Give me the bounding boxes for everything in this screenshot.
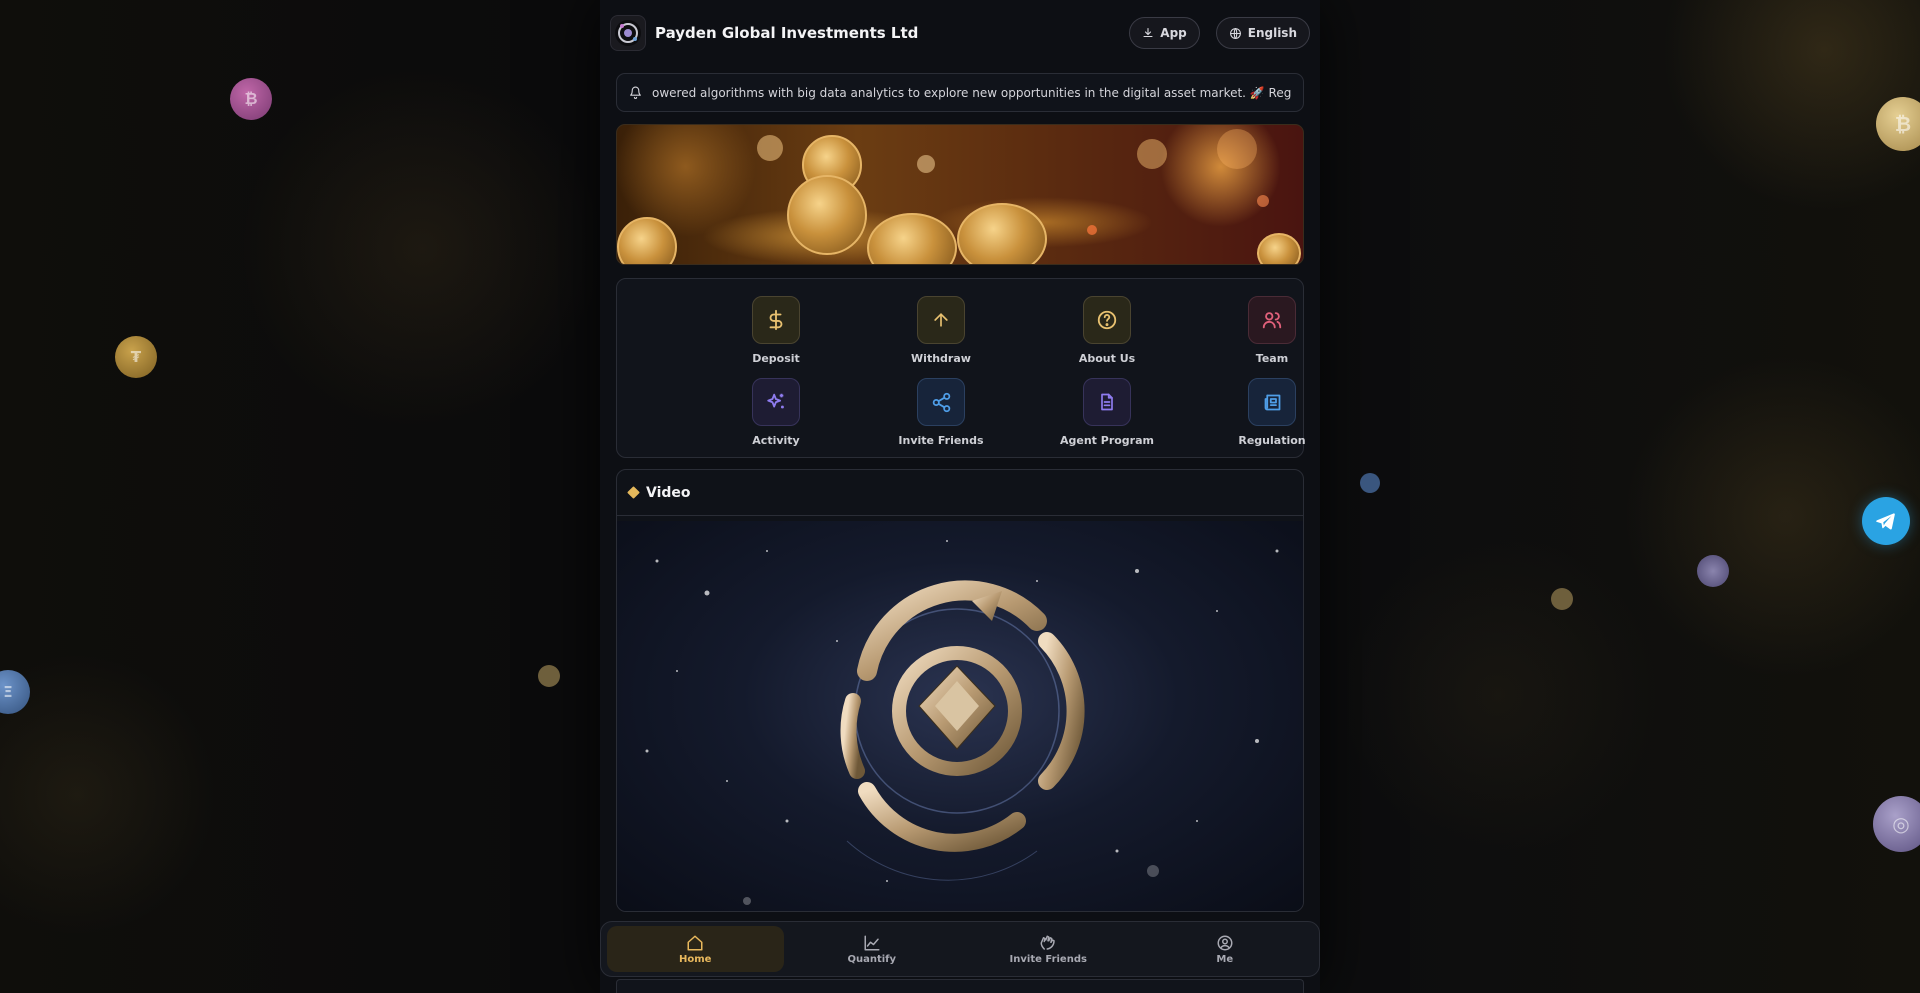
globe-icon xyxy=(1229,27,1241,39)
agent-program-label: Agent Program xyxy=(1060,434,1154,447)
nav-quantify[interactable]: Quantify xyxy=(784,926,961,972)
team-action[interactable]: Team xyxy=(1189,296,1355,368)
floating-dot xyxy=(1360,473,1380,493)
help-circle-icon xyxy=(1097,310,1117,330)
regulation-label: Regulation xyxy=(1238,434,1306,447)
gold-coin-image xyxy=(867,213,957,264)
brand-name: Payden Global Investments Ltd xyxy=(655,24,919,42)
share-icon xyxy=(932,392,950,412)
nav-me-label: Me xyxy=(1216,953,1234,965)
content-continuation xyxy=(616,979,1304,993)
deposit-action[interactable]: Deposit xyxy=(693,296,859,368)
telegram-button[interactable] xyxy=(1862,497,1910,545)
video-title: Video xyxy=(646,484,691,501)
deposit-label: Deposit xyxy=(752,352,800,365)
diamond-icon xyxy=(627,486,640,499)
invite-friends-label: Invite Friends xyxy=(898,434,984,447)
video-player[interactable] xyxy=(617,521,1303,911)
nav-invite-friends[interactable]: Invite Friends xyxy=(960,926,1137,972)
quick-actions-card: Deposit Withdraw About Us Team Activity … xyxy=(616,278,1306,458)
promo-banner[interactable] xyxy=(616,124,1304,265)
brand-logo[interactable] xyxy=(610,15,646,51)
top-header: Payden Global Investments Ltd App Englis… xyxy=(610,14,1310,52)
invite-friends-action[interactable]: Invite Friends xyxy=(858,378,1024,450)
activity-action[interactable]: Activity xyxy=(693,378,859,450)
telegram-icon xyxy=(1876,513,1895,530)
app-button-label: App xyxy=(1160,26,1187,40)
bottom-navigation: Home Quantify Invite Friends Me xyxy=(600,921,1320,977)
team-label: Team xyxy=(1255,352,1289,365)
floating-dot xyxy=(538,665,560,687)
language-label: English xyxy=(1247,26,1297,40)
regulation-action[interactable]: Regulation xyxy=(1189,378,1355,450)
floating-dot xyxy=(1697,555,1729,587)
user-circle-icon xyxy=(1217,935,1233,950)
arrow-up-icon xyxy=(934,313,948,327)
language-selector[interactable]: English xyxy=(1215,17,1310,49)
dollar-icon xyxy=(769,309,783,331)
withdraw-action[interactable]: Withdraw xyxy=(858,296,1024,368)
floating-coin-2: ₮ xyxy=(115,336,157,378)
announcement-bar[interactable]: owered algorithms with big data analytic… xyxy=(616,73,1304,112)
gold-coin-image xyxy=(787,175,867,255)
nav-invite-friends-label: Invite Friends xyxy=(1009,953,1087,965)
newspaper-icon xyxy=(1264,394,1280,410)
video-section: Video xyxy=(616,469,1304,912)
download-icon xyxy=(1143,27,1153,38)
document-icon xyxy=(1101,393,1113,411)
agent-program-action[interactable]: Agent Program xyxy=(1024,378,1190,450)
home-icon xyxy=(687,935,703,950)
gold-coin-image xyxy=(1257,233,1301,264)
handshake-icon xyxy=(1040,935,1055,950)
video-header: Video xyxy=(617,470,1303,516)
video-thumbnail xyxy=(645,540,1279,905)
nav-me[interactable]: Me xyxy=(1137,926,1314,972)
floating-coin-1: ₿ xyxy=(230,78,272,120)
app-download-button[interactable]: App xyxy=(1129,17,1200,49)
announcement-text: owered algorithms with big data analytic… xyxy=(652,85,1291,100)
chart-line-icon xyxy=(864,935,880,950)
bell-icon xyxy=(630,86,641,99)
nav-quantify-label: Quantify xyxy=(847,953,897,965)
users-icon xyxy=(1262,312,1282,329)
about-us-action[interactable]: About Us xyxy=(1024,296,1190,368)
gold-coin-image xyxy=(957,203,1047,264)
nav-home[interactable]: Home xyxy=(607,926,784,972)
activity-label: Activity xyxy=(752,434,800,447)
nav-home-label: Home xyxy=(679,953,712,965)
withdraw-label: Withdraw xyxy=(911,352,971,365)
floating-coin-5: ◎ xyxy=(1873,796,1920,852)
sparkles-icon xyxy=(767,393,784,409)
about-us-label: About Us xyxy=(1078,352,1136,365)
gold-coin-image xyxy=(617,217,677,264)
floating-dot xyxy=(1551,588,1573,610)
